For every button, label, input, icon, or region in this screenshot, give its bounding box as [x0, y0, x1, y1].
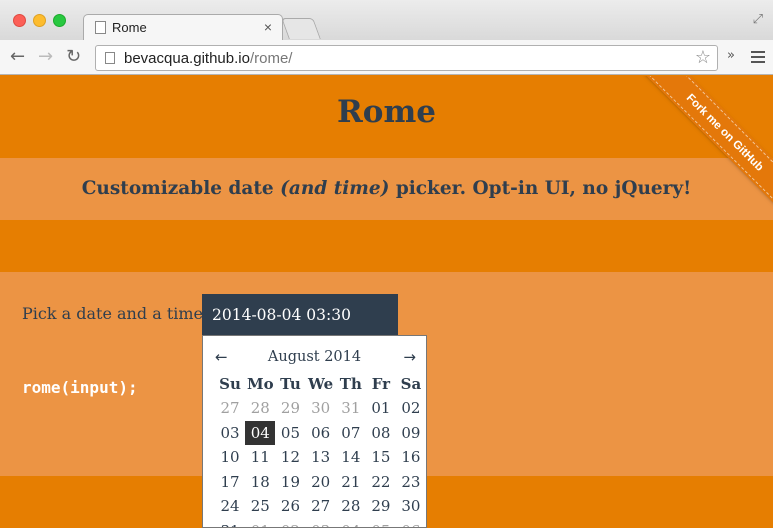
calendar-day[interactable]: 29 — [275, 396, 305, 421]
subtitle-band: Customizable date (and time) picker. Opt… — [0, 158, 773, 220]
extensions-overflow-button[interactable]: » — [727, 48, 735, 63]
calendar-day[interactable]: 28 — [336, 494, 366, 519]
calendar-week-row: 03 04 05 06 07 08 09 — [215, 420, 426, 446]
page-subtitle: Customizable date (and time) picker. Opt… — [0, 178, 773, 199]
page-icon — [95, 21, 106, 34]
calendar-day[interactable]: 05 — [275, 421, 305, 446]
back-arrow-icon[interactable]: ← — [10, 46, 25, 67]
calendar-day[interactable]: 17 — [215, 470, 245, 495]
code-sample: rome(input); — [22, 378, 138, 397]
browser-tab[interactable]: Rome × — [83, 14, 283, 41]
calendar-day[interactable]: 02 — [275, 519, 305, 527]
calendar-day[interactable]: 21 — [336, 470, 366, 495]
calendar-grid: Su Mo Tu We Th Fr Sa 27 28 29 30 31 01 02 03 04 05 06 07 0… — [215, 371, 426, 528]
page-icon — [105, 52, 115, 64]
calendar-day[interactable]: 03 — [215, 421, 245, 446]
calendar-day[interactable]: 14 — [336, 445, 366, 470]
calendar-day[interactable]: 27 — [306, 494, 336, 519]
calendar-day[interactable]: 04 — [245, 420, 276, 445]
calendar-day[interactable]: 26 — [275, 494, 305, 519]
calendar-day[interactable]: 29 — [366, 494, 396, 519]
weekday-header: Su — [219, 374, 241, 393]
browser-toolbar: ← → ↻ bevacqua.github.io/rome/ ☆ » — [0, 40, 773, 75]
calendar-day[interactable]: 31 — [336, 396, 366, 421]
browser-titlebar: Rome × ⤢ — [0, 0, 773, 41]
calendar-day[interactable]: 07 — [336, 421, 366, 446]
calendar-day[interactable]: 20 — [306, 470, 336, 495]
hamburger-menu-icon[interactable] — [751, 51, 765, 63]
weekday-row: Su Mo Tu We Th Fr Sa — [215, 371, 426, 396]
calendar-day[interactable]: 11 — [245, 445, 275, 470]
url-host: bevacqua.github.io — [124, 50, 250, 67]
calendar-week-row: 27 28 29 30 31 01 02 — [215, 396, 426, 421]
next-month-arrow-icon[interactable]: → — [403, 348, 416, 366]
calendar-day[interactable]: 30 — [396, 494, 426, 519]
calendar-day[interactable]: 31 — [215, 519, 245, 527]
calendar-popup: ← August 2014 → Su Mo Tu We Th Fr Sa 27 28 29 30 3… — [202, 335, 427, 528]
weekday-header: Tu — [280, 374, 301, 393]
calendar-day[interactable]: 05 — [366, 519, 396, 527]
subtitle-part1: Customizable date — [81, 178, 281, 199]
date-time-input[interactable] — [202, 294, 398, 335]
calendar-day[interactable]: 13 — [306, 445, 336, 470]
bookmark-star-icon[interactable]: ☆ — [695, 47, 711, 68]
calendar-day[interactable]: 28 — [245, 396, 275, 421]
fullscreen-icon[interactable]: ⤢ — [753, 12, 763, 27]
calendar-day[interactable]: 19 — [275, 470, 305, 495]
weekday-header: Fr — [371, 374, 391, 393]
pick-date-label: Pick a date and a time: — [22, 304, 209, 323]
calendar-week-row: 10 11 12 13 14 15 16 — [215, 445, 426, 470]
calendar-day[interactable]: 06 — [306, 421, 336, 446]
url-path: /rome/ — [249, 50, 293, 67]
calendar-day[interactable]: 08 — [366, 421, 396, 446]
calendar-day[interactable]: 30 — [306, 396, 336, 421]
close-window-button[interactable] — [13, 14, 26, 27]
weekday-header: We — [308, 374, 334, 393]
calendar-day[interactable]: 01 — [245, 519, 275, 527]
weekday-header: Th — [339, 374, 362, 393]
url-text: bevacqua.github.io/rome/ — [124, 50, 292, 67]
calendar-month-label: August 2014 — [267, 349, 362, 365]
minimize-window-button[interactable] — [33, 14, 46, 27]
new-tab-button[interactable] — [281, 18, 321, 39]
calendar-day[interactable]: 06 — [396, 519, 426, 527]
calendar-day[interactable]: 16 — [396, 445, 426, 470]
calendar-day[interactable]: 18 — [245, 470, 275, 495]
calendar-day[interactable]: 09 — [396, 421, 426, 446]
calendar-day[interactable]: 12 — [275, 445, 305, 470]
subtitle-part2: picker. Opt-in UI, no jQuery! — [389, 178, 692, 199]
calendar-day[interactable]: 15 — [366, 445, 396, 470]
calendar-day[interactable]: 24 — [215, 494, 245, 519]
address-bar[interactable]: bevacqua.github.io/rome/ ☆ — [95, 45, 718, 71]
subtitle-emphasis: (and time) — [280, 178, 390, 199]
tab-title: Rome — [112, 20, 147, 35]
calendar-day[interactable]: 22 — [366, 470, 396, 495]
page-title: Rome — [337, 94, 436, 130]
calendar-day[interactable]: 25 — [245, 494, 275, 519]
calendar-day[interactable]: 27 — [215, 396, 245, 421]
forward-arrow-icon[interactable]: → — [38, 46, 53, 67]
calendar-day[interactable]: 10 — [215, 445, 245, 470]
calendar-week-row: 24 25 26 27 28 29 30 — [215, 494, 426, 519]
calendar-day[interactable]: 23 — [396, 470, 426, 495]
tab-close-icon[interactable]: × — [264, 19, 272, 35]
calendar-day[interactable]: 02 — [396, 396, 426, 421]
calendar-week-row: 17 18 19 20 21 22 23 — [215, 470, 426, 495]
calendar-week-row: 31010203040506 — [215, 519, 426, 527]
calendar-day[interactable]: 03 — [306, 519, 336, 527]
zoom-window-button[interactable] — [53, 14, 66, 27]
calendar-day[interactable]: 01 — [366, 396, 396, 421]
calendar-header: ← August 2014 → — [203, 348, 426, 368]
weekday-header: Sa — [400, 374, 422, 393]
reload-icon[interactable]: ↻ — [66, 46, 81, 67]
weekday-header: Mo — [246, 374, 274, 393]
calendar-day[interactable]: 04 — [336, 519, 366, 527]
